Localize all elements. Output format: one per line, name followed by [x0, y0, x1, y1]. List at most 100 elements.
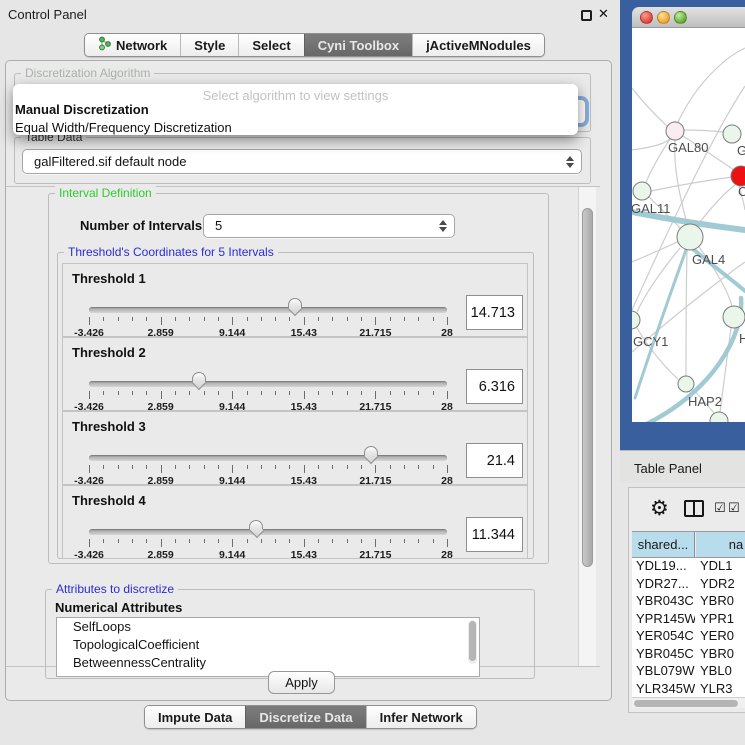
network-canvas[interactable]: GAL80GACGAL11GAL4GCY1HHAP2	[632, 28, 745, 422]
gear-icon[interactable]: ⚙	[650, 496, 669, 521]
tab-jactivemnodules[interactable]: jActiveMNodules	[412, 34, 544, 56]
threshold-value-field[interactable]: 21.4	[466, 443, 523, 478]
tab-style[interactable]: Style	[180, 34, 238, 56]
slider-track[interactable]	[89, 455, 447, 461]
table-row[interactable]: YBL079WYBL0	[632, 663, 745, 681]
numerical-attributes-label: Numerical Attributes	[55, 600, 182, 615]
horizontal-scrollbar[interactable]	[632, 697, 745, 708]
cell-name: YBR0	[695, 593, 745, 611]
attribute-item-betweennesscentrality[interactable]: BetweennessCentrality	[57, 654, 479, 672]
tick-mark	[161, 391, 162, 399]
tick-mark	[375, 391, 376, 399]
tick-mark	[433, 465, 434, 469]
tab-network[interactable]: Network	[85, 34, 180, 56]
minimize-traffic-light-icon[interactable]	[657, 11, 670, 24]
close-icon[interactable]: ✕	[598, 6, 609, 22]
table-row[interactable]: YER054CYER0	[632, 628, 745, 646]
table-row[interactable]: YDR27...YDR2	[632, 576, 745, 594]
cell-name: YPR1	[695, 611, 745, 629]
threshold-label: Threshold 2	[72, 345, 146, 360]
cell-shared-name: YDR27...	[632, 576, 695, 594]
threshold-value-field[interactable]: 11.344	[466, 517, 523, 552]
threshold-value-field[interactable]: 14.713	[466, 295, 523, 330]
column-header-shared-name[interactable]: shared...	[632, 532, 695, 558]
num-intervals-combobox[interactable]: 5	[203, 214, 455, 238]
slider-thumb[interactable]	[192, 372, 208, 391]
tick-mark	[161, 317, 162, 325]
threshold-value-field[interactable]: 6.316	[466, 369, 523, 404]
float-window-icon[interactable]	[581, 10, 592, 21]
table-data-combobox[interactable]: galFiltered.sif default node	[22, 149, 582, 174]
table-row[interactable]: YDL19...YDL1	[632, 558, 745, 576]
checkbox-icon[interactable]: ☑	[728, 500, 740, 516]
attribute-item-topologicalcoefficient[interactable]: TopologicalCoefficient	[57, 636, 479, 654]
tick-mark	[418, 465, 419, 469]
tick-mark	[146, 465, 147, 469]
tab-select[interactable]: Select	[238, 34, 303, 56]
checkbox-icon[interactable]: ☑	[714, 500, 726, 516]
node-label: HAP2	[688, 394, 722, 409]
table-row[interactable]: YPR145WYPR1	[632, 611, 745, 629]
threshold-block-3: Threshold 3-3.4262.8599.14415.4321.71528…	[62, 411, 528, 485]
list-scrollbar[interactable]	[468, 620, 477, 664]
tick-mark	[361, 391, 362, 395]
node-label: H	[739, 331, 745, 346]
table-panel-title: Table Panel	[634, 461, 702, 476]
slider-track[interactable]	[89, 381, 447, 387]
popup-item-manual-discretization[interactable]: Manual Discretization	[13, 101, 578, 119]
vertical-scrollbar[interactable]	[578, 187, 596, 666]
network-node-gal4[interactable]	[677, 224, 703, 250]
tick-mark	[347, 465, 348, 469]
network-node-gcy1[interactable]	[632, 311, 640, 329]
zoom-traffic-light-icon[interactable]	[674, 11, 687, 24]
network-node-gal80[interactable]	[666, 122, 684, 140]
cell-shared-name: YER054C	[632, 628, 695, 646]
close-traffic-light-icon[interactable]	[640, 11, 653, 24]
popup-item-equal-width-frequency-discretization[interactable]: Equal Width/Frequency Discretization	[13, 119, 578, 137]
tab-infer-network[interactable]: Infer Network	[366, 706, 476, 728]
network-node-gal11[interactable]	[633, 182, 651, 200]
table-row[interactable]: YLR345WYLR3	[632, 681, 745, 698]
tab-cyni-toolbox[interactable]: Cyni Toolbox	[304, 34, 412, 56]
network-window-titlebar[interactable]	[632, 7, 745, 28]
network-node[interactable]	[710, 412, 728, 422]
column-header-name[interactable]: na	[696, 532, 745, 558]
tick-mark	[347, 317, 348, 321]
scrollbar-thumb[interactable]	[469, 621, 476, 661]
scrollbar-thumb[interactable]	[582, 208, 593, 567]
tick-mark	[118, 465, 119, 469]
tick-mark	[433, 391, 434, 395]
slider-track[interactable]	[89, 529, 447, 535]
tick-mark	[318, 391, 319, 395]
split-view-icon[interactable]	[684, 500, 704, 517]
tick-mark	[447, 539, 448, 547]
table-data-combobox-value: galFiltered.sif default node	[34, 154, 186, 169]
network-node-ga[interactable]	[723, 125, 741, 143]
table-row[interactable]: YBR043CYBR0	[632, 593, 745, 611]
cell-shared-name: YPR145W	[632, 611, 695, 629]
network-node-h[interactable]	[723, 306, 745, 328]
attributes-listbox[interactable]: SelfLoopsTopologicalCoefficientBetweenne…	[56, 617, 480, 677]
threshold-slider: -3.4262.8599.14415.4321.71528	[89, 372, 447, 412]
slider-thumb[interactable]	[364, 446, 380, 465]
tick-mark	[361, 317, 362, 321]
threshold-label: Threshold 3	[72, 419, 146, 434]
slider-thumb[interactable]	[288, 298, 304, 317]
threshold-label: Threshold 1	[72, 271, 146, 286]
attribute-item-selfloops[interactable]: SelfLoops	[57, 618, 479, 636]
slider-track[interactable]	[89, 307, 447, 313]
table-row[interactable]: YBR045CYBR0	[632, 646, 745, 664]
tick-label: 15.43	[291, 549, 317, 561]
network-node-hap2[interactable]	[678, 376, 694, 392]
apply-button[interactable]: Apply	[268, 671, 335, 694]
network-edge	[632, 240, 681, 262]
tick-mark	[204, 391, 205, 395]
network-icon	[98, 36, 111, 54]
scrollbar-thumb[interactable]	[634, 700, 738, 707]
tab-discretize-data[interactable]: Discretize Data	[245, 706, 365, 728]
tick-mark	[175, 391, 176, 395]
slider-thumb[interactable]	[249, 520, 265, 539]
tab-impute-data[interactable]: Impute Data	[145, 706, 245, 728]
threshold-block-4: Threshold 4-3.4262.8599.14415.4321.71528…	[62, 485, 528, 559]
tick-mark	[103, 539, 104, 543]
